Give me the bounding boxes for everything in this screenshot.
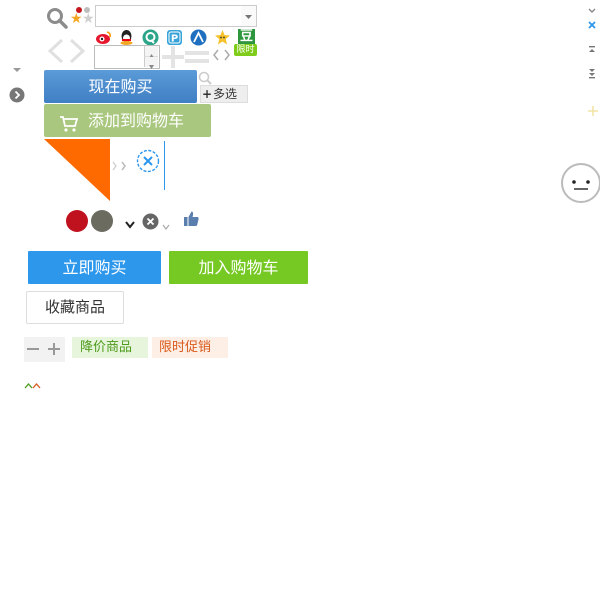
limited-badge: 限时: [234, 44, 257, 56]
dropdown-arrow-button[interactable]: [241, 5, 257, 27]
close-icon[interactable]: [136, 149, 160, 177]
color-swatch-gray[interactable]: [91, 210, 113, 232]
plus-icon[interactable]: [161, 45, 185, 73]
search-input[interactable]: [95, 5, 243, 27]
stepper-down-button[interactable]: [144, 57, 158, 69]
circle-q-icon[interactable]: [142, 29, 159, 46]
sprite-icon[interactable]: [214, 29, 231, 46]
move-bottom-icon[interactable]: [587, 64, 597, 83]
add-icon[interactable]: [588, 101, 598, 120]
small-prev-icon[interactable]: [211, 47, 221, 66]
add-to-cart-button[interactable]: 添加到购物车: [44, 104, 211, 137]
smiley-face-icon[interactable]: [561, 163, 600, 203]
plus-icon: +: [201, 87, 213, 101]
chevron-down-icon[interactable]: [124, 215, 136, 234]
person-icon[interactable]: [190, 29, 207, 46]
search-icon[interactable]: [46, 7, 68, 29]
douban-icon[interactable]: 豆: [238, 29, 255, 44]
qq-icon[interactable]: [118, 29, 135, 46]
star-icon[interactable]: ★: [82, 11, 95, 27]
prev-arrow-icon[interactable]: [45, 38, 67, 68]
move-top-icon[interactable]: [587, 40, 597, 59]
next-arrow-icon[interactable]: [66, 38, 88, 68]
multi-select-label: 多选: [213, 87, 238, 101]
multi-select-button[interactable]: +多选: [200, 85, 248, 103]
orange-corner-tag: [44, 139, 110, 205]
add-cart-main-button[interactable]: 加入购物车: [169, 251, 308, 284]
flash-sale-tag[interactable]: 限时促销: [152, 337, 228, 358]
color-swatch-red[interactable]: [66, 210, 88, 232]
svg-text:P: P: [171, 34, 178, 45]
thumb-up-icon[interactable]: [183, 210, 200, 231]
buy-now-button[interactable]: 现在购买: [44, 70, 197, 103]
add-to-cart-label: 添加到购物车: [88, 111, 185, 130]
close-icon[interactable]: [142, 213, 159, 234]
stepper-up-button[interactable]: [144, 46, 158, 58]
double-caret-up-icon[interactable]: [24, 375, 42, 394]
price-drop-tag[interactable]: 降价商品: [72, 337, 148, 358]
star-icon[interactable]: ★: [70, 11, 83, 27]
chevron-down-icon[interactable]: [161, 216, 171, 235]
chevron-right-icon[interactable]: [111, 157, 129, 176]
small-next-icon[interactable]: [222, 47, 232, 66]
close-icon[interactable]: [587, 15, 597, 34]
plus-button[interactable]: [47, 341, 61, 360]
weibo-icon[interactable]: [95, 29, 112, 46]
minus-button[interactable]: [26, 341, 40, 360]
p-icon[interactable]: P: [166, 29, 183, 46]
chevron-down-icon[interactable]: [12, 58, 22, 77]
text-caret: [164, 141, 165, 190]
chevron-right-circle-icon[interactable]: [9, 87, 25, 107]
buy-now-main-button[interactable]: 立即购买: [28, 251, 161, 284]
favorite-button[interactable]: 收藏商品: [26, 291, 124, 324]
equals-icon[interactable]: [185, 48, 209, 70]
